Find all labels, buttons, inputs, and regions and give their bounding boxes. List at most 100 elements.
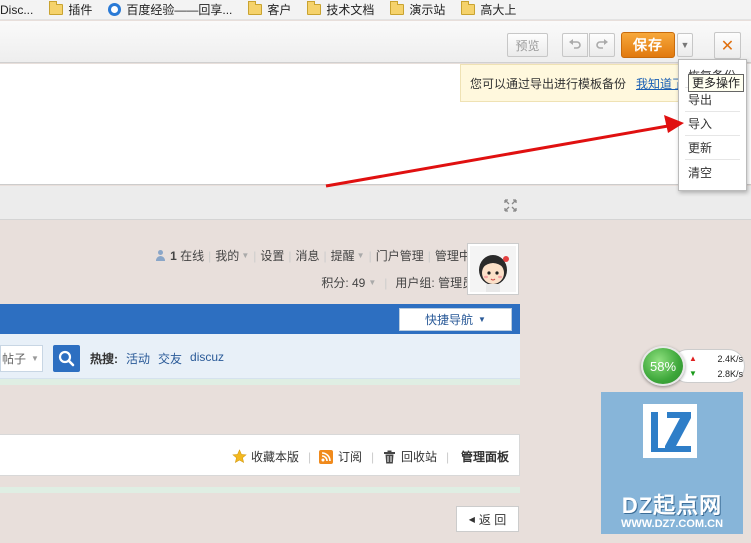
redo-icon [596,39,608,49]
separator: | [253,248,257,263]
caret-down-icon: ▼ [478,315,486,324]
bookmark-label: 高大上 [480,3,517,17]
divider-line [0,487,520,493]
caret-down-icon: ▼ [241,251,250,260]
preview-button[interactable]: 预览 [507,33,548,57]
caret-down-icon: ▼ [31,354,39,363]
folder-icon [390,1,405,15]
separator: | [446,449,450,464]
user-info: 积分: 49▼ | 用户组: 管理员▼ [321,274,485,291]
bookmark-tech-docs[interactable]: 技术文档 [307,1,374,18]
bookmark-label: 演示站 [409,3,446,17]
settings-link[interactable]: 设置 [260,247,284,264]
menu-item-update[interactable]: 更新 [685,136,740,160]
bookmark-baidu-jingyan[interactable]: 百度经验——回享... [108,1,232,18]
arrow-down-icon: ▼ [689,369,697,378]
divider-line [0,379,520,385]
caret-down-icon: ▼ [368,278,377,287]
rss-icon [319,449,333,464]
portal-admin-link[interactable]: 门户管理 [376,247,424,264]
expand-icon[interactable] [504,199,517,212]
favorite-forum-link[interactable]: 收藏本版 | [232,448,311,465]
close-button[interactable]: ✕ [714,32,741,59]
online-label[interactable]: 在线 [180,247,204,264]
separator: | [384,275,388,290]
folder-icon [49,1,64,15]
more-actions-tooltip: 更多操作 [688,74,745,92]
tip-text: 您可以通过导出进行模板备份 [470,76,627,91]
recycle-label: 回收站 [401,450,438,464]
search-type-value: 帖子 [2,352,26,366]
bookmark-plugins[interactable]: 插件 [49,1,92,18]
chevron-left-icon: ◀ [468,514,475,524]
manage-panel-link[interactable]: 管理面板 [461,448,509,465]
hot-word-link[interactable]: discuz [190,350,224,367]
bookmark-demo-sites[interactable]: 演示站 [390,1,445,18]
logo-url: WWW.DZ7.COM.CN [620,518,724,530]
separator: | [427,248,431,263]
save-button[interactable]: 保存 [621,32,675,58]
star-icon [232,449,247,464]
logo-brand-name: DZ起点网 [621,493,723,518]
my-link[interactable]: 我的 [215,247,239,264]
lz-logo-icon [643,404,697,458]
menu-item-import[interactable]: 导入 [685,112,740,136]
upload-value: 2.4K/s [717,354,743,364]
download-value: 2.8K/s [717,369,743,379]
separator: | [208,248,212,263]
favorite-label: 收藏本版 [251,450,300,464]
separator: | [308,449,312,464]
divider-strip [0,186,751,220]
bookmark-discuz[interactable]: Disc... [0,3,33,17]
online-user-icon [155,249,166,262]
quick-nav-label: 快捷导航 [425,313,474,327]
online-count: 1 [170,248,177,263]
separator: | [368,248,372,263]
subscribe-link[interactable]: 订阅 | [319,448,374,465]
search-icon [58,350,75,367]
bookmark-label: Disc... [0,2,34,17]
arrow-up-icon: ▲ [689,354,697,363]
hot-word-link[interactable]: 活动 [126,350,150,367]
points-label[interactable]: 积分: 49 [321,274,365,291]
hot-word-link[interactable]: 交友 [158,350,182,367]
upload-speed: ▲ 2.4K/s [689,354,743,364]
back-button[interactable]: ◀ 返 回 [456,506,519,532]
recycle-bin-link[interactable]: 回收站 | [383,448,449,465]
quick-nav-button[interactable]: 快捷导航 ▼ [399,308,512,331]
caret-down-icon: ▼ [356,251,365,260]
separator: | [288,248,292,263]
undo-button[interactable] [562,33,588,57]
trash-icon [384,450,395,463]
dz7-watermark-logo: DZ起点网 WWW.DZ7.COM.CN [601,392,743,534]
backup-tip: 您可以通过导出进行模板备份 我知道了 [460,64,690,102]
hot-search-label: 热搜: [90,352,118,366]
messages-link[interactable]: 消息 [296,247,320,264]
network-speed-widget[interactable]: 58% ▲ 2.4K/s ▼ 2.8K/s [641,346,745,386]
search-button[interactable] [53,345,80,372]
tip-dismiss-link[interactable]: 我知道了 [636,75,684,92]
subscribe-label: 订阅 [338,450,363,464]
back-label: 返 回 [478,512,507,527]
search-type-select[interactable]: 帖子 ▼ [0,345,43,372]
chevron-down-icon: ▼ [680,40,690,50]
site-favicon-icon [108,3,122,16]
avatar-girl-icon [470,246,516,292]
download-speed: ▼ 2.8K/s [689,369,743,379]
more-actions-button[interactable]: ▼ [677,33,693,57]
user-group-label[interactable]: 用户组: 管理员 [395,274,474,291]
menu-item-clear[interactable]: 清空 [685,160,740,184]
reminders-link[interactable]: 提醒 [331,247,355,264]
user-bar: 1 在线 | 我的 ▼ | 设置 | 消息 | 提醒 ▼ | 门户管理 | 管理中心… [155,247,518,264]
redo-button[interactable] [589,33,615,57]
separator: | [323,248,327,263]
undo-icon [569,39,581,49]
bookmark-label: 客户 [267,3,292,17]
avatar[interactable] [467,243,519,295]
folder-icon [248,1,263,15]
editor-toolbar: 预览 保存 ▼ ✕ [0,21,751,63]
separator: | [371,449,375,464]
bookmark-clients[interactable]: 客户 [248,1,291,18]
memory-usage-ball[interactable]: 58% [641,346,685,386]
bookmark-fancy[interactable]: 高大上 [461,1,516,18]
